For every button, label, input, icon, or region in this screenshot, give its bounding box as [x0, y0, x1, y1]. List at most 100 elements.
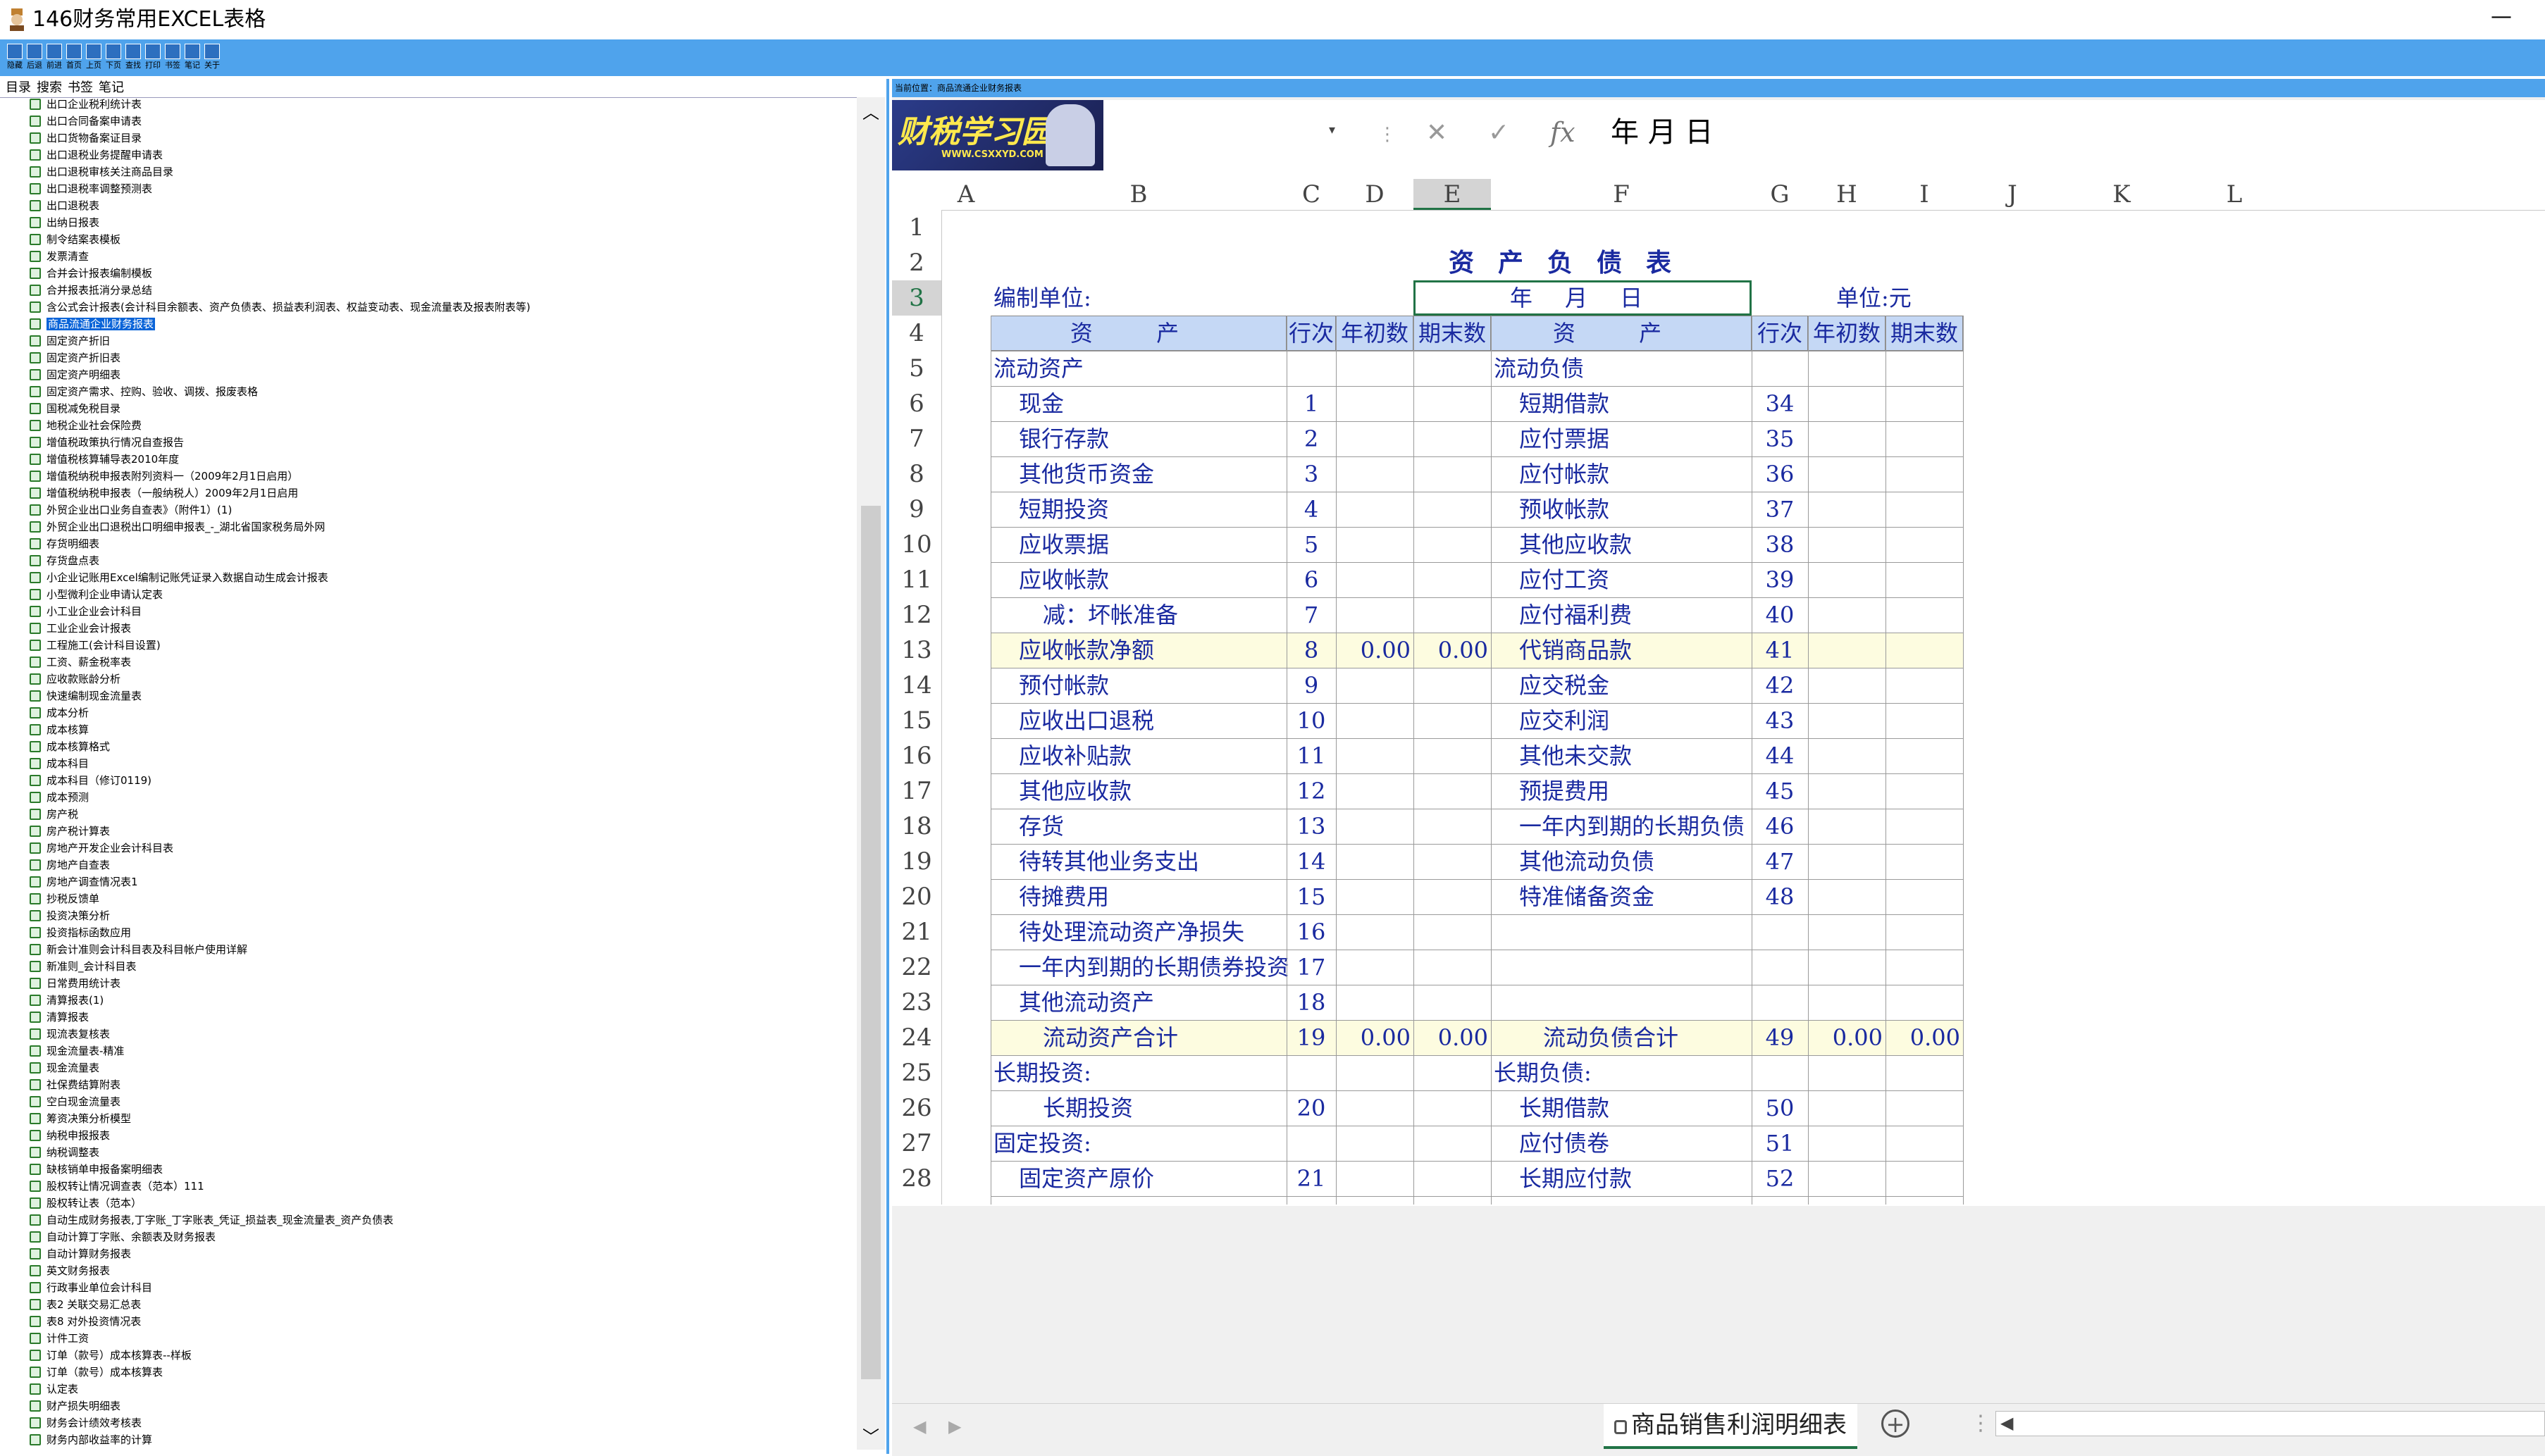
column-header[interactable]: I: [1885, 179, 1963, 210]
tree-item[interactable]: 出口退税审核关注商品目录: [28, 163, 853, 180]
tree-item[interactable]: 小企业记账用Excel编制记账凭证录入数据自动生成会计报表: [28, 569, 853, 586]
toolbar-button[interactable]: 前进: [44, 42, 65, 73]
row-header[interactable]: 27: [892, 1126, 941, 1161]
row-header[interactable]: 4: [892, 316, 941, 351]
row-header[interactable]: 16: [892, 738, 941, 773]
namebox-dropdown-icon[interactable]: ▾: [1329, 123, 1335, 137]
tree-item[interactable]: 出口货物备案证目录: [28, 130, 853, 147]
row-header[interactable]: 15: [892, 703, 941, 738]
tree-item[interactable]: 地税企业社会保险费: [28, 417, 853, 434]
tree-item[interactable]: 新会计准则会计科目表及科目帐户使用详解: [28, 941, 853, 958]
scroll-left-icon[interactable]: ◀: [2000, 1413, 2013, 1433]
column-header[interactable]: B: [991, 179, 1287, 210]
row-header[interactable]: 24: [892, 1020, 941, 1055]
tab-prev-icon[interactable]: ◀: [913, 1417, 926, 1436]
tree-item[interactable]: 应收款账龄分析: [28, 671, 853, 687]
row-header[interactable]: 10: [892, 527, 941, 562]
row-header[interactable]: 9: [892, 492, 941, 527]
row-header[interactable]: 8: [892, 456, 941, 492]
tree-item[interactable]: 英文财务报表: [28, 1262, 853, 1279]
tree-item[interactable]: 固定资产折旧: [28, 332, 853, 349]
add-sheet-button[interactable]: +: [1881, 1410, 1909, 1438]
column-header[interactable]: K: [2062, 179, 2181, 210]
minimize-button[interactable]: —: [2480, 4, 2522, 32]
row-header[interactable]: 28: [892, 1161, 941, 1196]
tree-item[interactable]: 现流表复核表: [28, 1026, 853, 1043]
tree-item[interactable]: 增值税纳税申报表（一般纳税人）2009年2月1日启用: [28, 485, 853, 502]
tree-tab[interactable]: 目录: [6, 80, 31, 95]
row-header[interactable]: 25: [892, 1055, 941, 1090]
tree-item[interactable]: 固定资产需求、控购、验收、调拨、报废表格: [28, 383, 853, 400]
tree-item[interactable]: 缺核销单申报备案明细表: [28, 1161, 853, 1178]
tree-item[interactable]: 表8 对外投资情况表: [28, 1313, 853, 1330]
column-header[interactable]: F: [1491, 179, 1752, 210]
row-header[interactable]: 17: [892, 773, 941, 809]
column-header[interactable]: C: [1287, 179, 1336, 210]
scroll-up-icon[interactable]: ︿: [862, 104, 879, 121]
tree-item[interactable]: 筹资决策分析模型: [28, 1110, 853, 1127]
tree-item[interactable]: 房产税: [28, 806, 853, 823]
tree-item[interactable]: 股权转让情况调查表（范本）111: [28, 1178, 853, 1195]
tree-item[interactable]: 现金流量表-精准: [28, 1043, 853, 1059]
toolbar-button[interactable]: 首页: [63, 42, 85, 73]
row-header[interactable]: 13: [892, 633, 941, 668]
row-header[interactable]: 3: [892, 280, 941, 316]
tree-item[interactable]: 自动计算财务报表: [28, 1245, 853, 1262]
tree-item[interactable]: 成本科目（修订0119): [28, 772, 853, 789]
tree-item[interactable]: 合并会计报表编制模板: [28, 265, 853, 282]
column-header[interactable]: E: [1413, 179, 1491, 210]
toolbar-button[interactable]: 打印: [142, 42, 163, 73]
row-header[interactable]: 12: [892, 597, 941, 633]
row-header[interactable]: 5: [892, 351, 941, 386]
tree-item[interactable]: 日常费用统计表: [28, 975, 853, 992]
tree-item[interactable]: 房产税计算表: [28, 823, 853, 840]
row-header[interactable]: 14: [892, 668, 941, 703]
tree-tab[interactable]: 搜索: [37, 80, 62, 95]
tree-item[interactable]: 自动计算丁字账、余额表及财务报表: [28, 1228, 853, 1245]
tree-item[interactable]: 自动生成财务报表,丁字账_丁字账表_凭证_损益表_现金流量表_资产负债表: [28, 1212, 853, 1228]
row-header[interactable]: 6: [892, 386, 941, 421]
tree-item[interactable]: 纳税申报报表: [28, 1127, 853, 1144]
toolbar-button[interactable]: 上页: [83, 42, 104, 73]
tree-item[interactable]: 快速编制现金流量表: [28, 687, 853, 704]
tree-item[interactable]: 国税减免税目录: [28, 400, 853, 417]
tree-item[interactable]: 固定资产折旧表: [28, 349, 853, 366]
tree-item[interactable]: 增值税纳税申报表附列资料一（2009年2月1日启用）: [28, 468, 853, 485]
tab-next-icon[interactable]: ▶: [948, 1417, 961, 1436]
row-header[interactable]: 21: [892, 914, 941, 950]
tree-item[interactable]: 现金流量表: [28, 1059, 853, 1076]
row-header[interactable]: 26: [892, 1090, 941, 1126]
tree-item[interactable]: 出口退税表: [28, 197, 853, 214]
tree-item[interactable]: 房地产开发企业会计科目表: [28, 840, 853, 857]
column-header[interactable]: J: [1963, 179, 2062, 210]
tree-item[interactable]: 成本预测: [28, 789, 853, 806]
column-header[interactable]: A: [941, 179, 991, 210]
toolbar-button[interactable]: 笔记: [182, 42, 203, 73]
tree-item[interactable]: 投资指标函数应用: [28, 924, 853, 941]
tree-item[interactable]: 订单（款号）成本核算表--样板: [28, 1347, 853, 1364]
tree-item[interactable]: 行政事业单位会计科目: [28, 1279, 853, 1296]
cancel-icon[interactable]: ✕: [1426, 118, 1447, 147]
row-header[interactable]: 7: [892, 421, 941, 456]
tree-item[interactable]: 房地产自查表: [28, 857, 853, 873]
column-header[interactable]: D: [1336, 179, 1413, 210]
tree-item[interactable]: 成本科目: [28, 755, 853, 772]
tree-item[interactable]: 纳税调整表: [28, 1144, 853, 1161]
toolbar-button[interactable]: 后退: [24, 42, 45, 73]
scroll-thumb[interactable]: [861, 506, 881, 1379]
tree-item[interactable]: 清算报表: [28, 1009, 853, 1026]
column-header[interactable]: H: [1808, 179, 1885, 210]
tree-item[interactable]: 社保费结算附表: [28, 1076, 853, 1093]
toolbar-button[interactable]: 书签: [162, 42, 183, 73]
horizontal-scrollbar[interactable]: ◀: [1995, 1411, 2545, 1436]
column-header[interactable]: L: [2181, 179, 2287, 210]
formula-input[interactable]: 年 月 日: [1611, 116, 1713, 149]
insert-function-icon[interactable]: fx: [1550, 117, 1575, 148]
row-header[interactable]: 22: [892, 950, 941, 985]
tree-item[interactable]: 小工业企业会计科目: [28, 603, 853, 620]
tree-item[interactable]: 合并报表抵消分录总结: [28, 282, 853, 299]
tree-item[interactable]: 出纳日报表: [28, 214, 853, 231]
tree-item[interactable]: 增值税政策执行情况自查报告: [28, 434, 853, 451]
toolbar-button[interactable]: 关于: [202, 42, 223, 73]
toolbar-button[interactable]: 下页: [103, 42, 124, 73]
